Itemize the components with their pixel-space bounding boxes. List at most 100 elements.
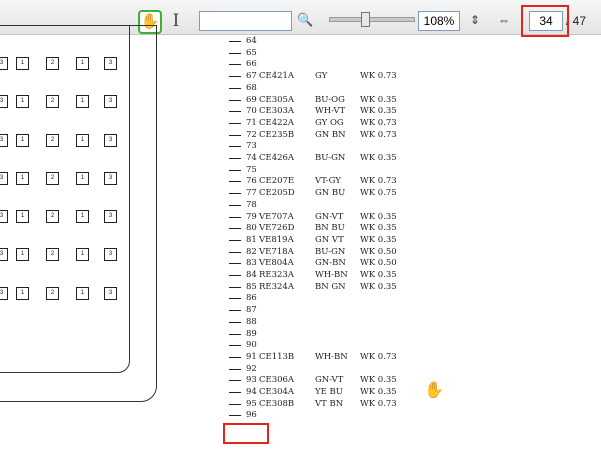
- pin-number: 77: [246, 188, 257, 199]
- pinout-row: 96: [229, 410, 489, 421]
- pin-number: 88: [246, 316, 257, 327]
- connector-pin: 3: [104, 57, 117, 70]
- pin-number: 66: [246, 59, 257, 70]
- pin-lead-line: [229, 228, 241, 230]
- wire-gauge: WK 0.73: [360, 117, 397, 128]
- zoom-level-field[interactable]: 108%: [418, 11, 460, 31]
- search-input[interactable]: [199, 11, 292, 31]
- wire-gauge: WK 0.73: [360, 398, 397, 409]
- wire-id: CE207E: [259, 176, 295, 187]
- wire-id: CE303A: [259, 106, 295, 117]
- pin-number: 85: [246, 281, 257, 292]
- pin-lead-line: [229, 310, 241, 312]
- connector-pin: 2: [46, 287, 59, 300]
- connector-pin: 3: [104, 95, 117, 108]
- pin-lead-line: [229, 169, 241, 171]
- wire-gauge: WK 0.35: [360, 211, 397, 222]
- connector-pin: 3: [0, 95, 8, 108]
- pin-number: 79: [246, 211, 257, 222]
- pin-lead-line: [229, 204, 241, 206]
- pin-lead-line: [229, 181, 241, 183]
- pinout-row: 76 CE207E VT-GY WK 0.73: [229, 176, 489, 187]
- pinout-row: 66: [229, 59, 489, 70]
- pin-number: 84: [246, 270, 257, 280]
- fit-height-icon[interactable]: ⇕: [466, 12, 484, 28]
- pinout-row: 94 CE304A YE BU WK 0.35: [229, 387, 489, 398]
- connector-pin: 2: [46, 210, 59, 223]
- wire-gauge: WK 0.73: [360, 176, 397, 187]
- pin-number: 65: [246, 47, 257, 58]
- wire-gauge: WK 0.73: [360, 351, 397, 362]
- pin-lead-line: [229, 239, 241, 241]
- row-96-highlight: [223, 423, 269, 444]
- pin-lead-line: [229, 134, 241, 136]
- pinout-row: 83 VE804A GN-BN WK 0.50: [229, 258, 489, 269]
- wire-color: BU-OG: [315, 94, 345, 105]
- wire-id: CE422A: [259, 117, 295, 128]
- pin-number: 73: [246, 141, 257, 152]
- wire-id: VE819A: [259, 234, 294, 245]
- pin-number: 94: [246, 387, 257, 397]
- pinout-row: 93 CE306A GN-VT WK 0.35: [229, 375, 489, 386]
- pin-number: 82: [246, 246, 257, 257]
- connector-pin: 3: [0, 287, 8, 300]
- zoom-slider-thumb[interactable]: [361, 12, 370, 27]
- wire-id: RE324A: [259, 281, 294, 292]
- wire-color: WH-BN: [315, 351, 348, 362]
- connector-pin: 3: [0, 210, 8, 223]
- pinout-row: 82 VE718A BU-GN WK 0.50: [229, 247, 489, 258]
- pin-number: 86: [246, 293, 257, 304]
- pinout-row: 71 CE422A GY OG WK 0.73: [229, 118, 489, 129]
- pinout-row: 78: [229, 200, 489, 211]
- text-select-tool-button[interactable]: I: [170, 11, 182, 31]
- pinout-row: 80 VE726D BN BU WK 0.35: [229, 223, 489, 234]
- pinout-row: 65: [229, 48, 489, 59]
- pin-lead-line: [229, 216, 241, 218]
- pinout-row: 75: [229, 165, 489, 176]
- wire-color: BU-GN: [315, 153, 346, 163]
- pin-lead-line: [229, 403, 241, 405]
- fit-width-icon[interactable]: ⇔: [495, 12, 513, 28]
- page-total-label: / 47: [566, 14, 587, 28]
- wire-id: CE205D: [259, 188, 295, 199]
- pin-number: 72: [246, 129, 257, 140]
- pin-number: 96: [246, 410, 257, 421]
- wire-id: CE426A: [259, 153, 295, 163]
- document-view[interactable]: 31213312133121331213312133121331213 64 65…: [0, 25, 601, 450]
- pinout-row: 88: [229, 317, 489, 328]
- connector-pin: 2: [46, 248, 59, 261]
- connector-pin: 1: [16, 248, 29, 261]
- pin-lead-line: [229, 87, 241, 89]
- wire-gauge: WK 0.35: [360, 234, 397, 245]
- pinout-row: 92: [229, 364, 489, 375]
- search-icon[interactable]: 🔍: [297, 11, 313, 29]
- pin-lead-line: [229, 99, 241, 101]
- pinout-row: 64: [229, 36, 489, 47]
- wire-id: VE804A: [259, 258, 294, 269]
- pinout-row: 86: [229, 293, 489, 304]
- connector-pin: 3: [0, 248, 8, 261]
- pinout-row: 89: [229, 329, 489, 340]
- connector-inner-frame: [0, 25, 130, 373]
- pin-lead-line: [229, 263, 241, 265]
- wire-id: VE707A: [259, 211, 294, 222]
- pinout-row: 84 RE323A WH-BN WK 0.35: [229, 270, 489, 281]
- zoom-slider[interactable]: [329, 12, 415, 27]
- wire-color: GN BN: [315, 129, 346, 140]
- pinout-row: 69 CE305A BU-OG WK 0.35: [229, 95, 489, 106]
- wire-id: CE306A: [259, 375, 295, 386]
- connector-pin: 1: [16, 210, 29, 223]
- pin-lead-line: [229, 286, 241, 288]
- wire-id: VE726D: [259, 223, 295, 234]
- pin-lead-line: [229, 345, 241, 347]
- wire-gauge: WK 0.35: [360, 153, 397, 163]
- pin-number: 93: [246, 375, 257, 386]
- connector-pin: 1: [16, 172, 29, 185]
- pin-lead-line: [229, 275, 241, 276]
- wire-gauge: WK 0.35: [360, 270, 397, 280]
- pin-number: 81: [246, 234, 257, 245]
- connector-pin: 1: [16, 57, 29, 70]
- pin-lead-line: [229, 41, 241, 42]
- connector-pin: 1: [76, 57, 89, 70]
- wire-gauge: WK 0.35: [360, 94, 397, 105]
